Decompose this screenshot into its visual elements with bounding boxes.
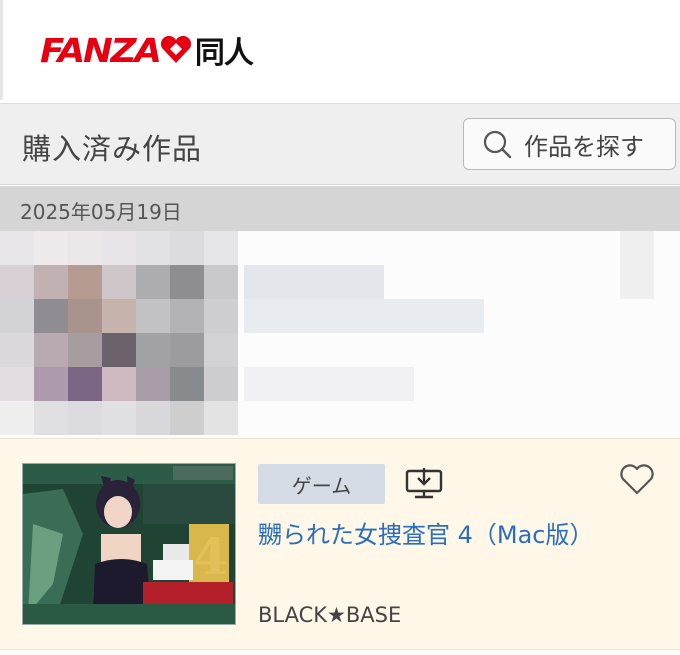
page-title: 購入済み作品 bbox=[22, 132, 203, 166]
mosaic-cell bbox=[136, 299, 170, 333]
mosaic-strip bbox=[244, 265, 384, 299]
search-button-label: 作品を探す bbox=[524, 132, 644, 161]
mosaic-cell bbox=[136, 265, 170, 299]
work-cover-image: 4 bbox=[23, 464, 235, 624]
mosaic-cell bbox=[0, 333, 34, 367]
mosaic-cell bbox=[204, 231, 238, 265]
work-title-link[interactable]: 嬲られた女捜査官 4（Mac版） bbox=[258, 515, 594, 550]
mosaic-cell bbox=[34, 265, 68, 299]
mosaic-cell bbox=[102, 333, 136, 367]
blurred-purchase-item[interactable] bbox=[0, 231, 680, 438]
mosaic-cell bbox=[102, 265, 136, 299]
mosaic-cell bbox=[68, 401, 102, 435]
mosaic-cell bbox=[68, 265, 102, 299]
mosaic-cell bbox=[68, 367, 102, 401]
site-header: FANZA 同人 bbox=[0, 0, 680, 100]
mosaic-cell bbox=[170, 367, 204, 401]
fanza-doujin-logo[interactable]: FANZA 同人 bbox=[40, 28, 254, 72]
mosaic-strip bbox=[620, 231, 654, 299]
mosaic-cell bbox=[34, 401, 68, 435]
mosaic-cell bbox=[102, 231, 136, 265]
svg-text:4: 4 bbox=[193, 527, 228, 586]
mosaic-cell bbox=[102, 401, 136, 435]
mosaic-cell bbox=[0, 367, 34, 401]
mosaic-cell bbox=[34, 333, 68, 367]
circle-name: BLACK★BASE bbox=[258, 603, 402, 627]
mosaic-cell bbox=[68, 231, 102, 265]
mosaic-cell bbox=[170, 265, 204, 299]
mosaic-cell bbox=[68, 333, 102, 367]
mosaic-cell bbox=[170, 333, 204, 367]
mosaic-cell bbox=[136, 367, 170, 401]
mosaic-cell bbox=[0, 299, 34, 333]
mosaic-cell bbox=[136, 401, 170, 435]
mosaic-cell bbox=[170, 401, 204, 435]
mosaic-cell bbox=[204, 401, 238, 435]
mosaic-cell bbox=[0, 265, 34, 299]
mosaic-cell bbox=[204, 299, 238, 333]
purchase-date: 2025年05月19日 bbox=[20, 200, 182, 224]
logo-section-text: 同人 bbox=[194, 36, 254, 71]
mosaic-cell bbox=[204, 333, 238, 367]
mosaic-cell bbox=[170, 299, 204, 333]
mosaic-cell bbox=[0, 401, 34, 435]
header-edge bbox=[0, 0, 3, 100]
work-thumbnail[interactable]: 4 bbox=[22, 463, 236, 625]
logo-brand-text: FANZA bbox=[40, 30, 162, 70]
mosaic-cell bbox=[102, 299, 136, 333]
purchase-item-card[interactable]: 4 ゲーム 嬲られた女捜査官 4（Mac版） BLACK★BASE bbox=[0, 438, 680, 650]
mosaic-cell bbox=[204, 367, 238, 401]
fanza-heart-logo-icon bbox=[160, 35, 191, 63]
search-works-button[interactable]: 作品を探す bbox=[463, 118, 676, 170]
mosaic-strip bbox=[244, 299, 484, 333]
mosaic-cell bbox=[136, 231, 170, 265]
purchased-header: 購入済み作品 作品を探す bbox=[0, 103, 680, 185]
category-badge: ゲーム bbox=[258, 464, 385, 504]
mosaic-cell bbox=[34, 231, 68, 265]
mosaic-cell bbox=[204, 265, 238, 299]
mosaic-cell bbox=[0, 231, 34, 265]
heart-outline-icon[interactable] bbox=[619, 464, 655, 496]
mosaic-cell bbox=[136, 333, 170, 367]
search-icon bbox=[483, 130, 512, 159]
mosaic-cell bbox=[170, 231, 204, 265]
date-group-header: 2025年05月19日 bbox=[0, 186, 680, 231]
mosaic-cell bbox=[34, 367, 68, 401]
mosaic-cell bbox=[34, 299, 68, 333]
mosaic-strip bbox=[244, 367, 414, 401]
mosaic-cell bbox=[68, 299, 102, 333]
download-to-pc-icon[interactable] bbox=[405, 468, 443, 500]
mosaic-cell bbox=[102, 367, 136, 401]
